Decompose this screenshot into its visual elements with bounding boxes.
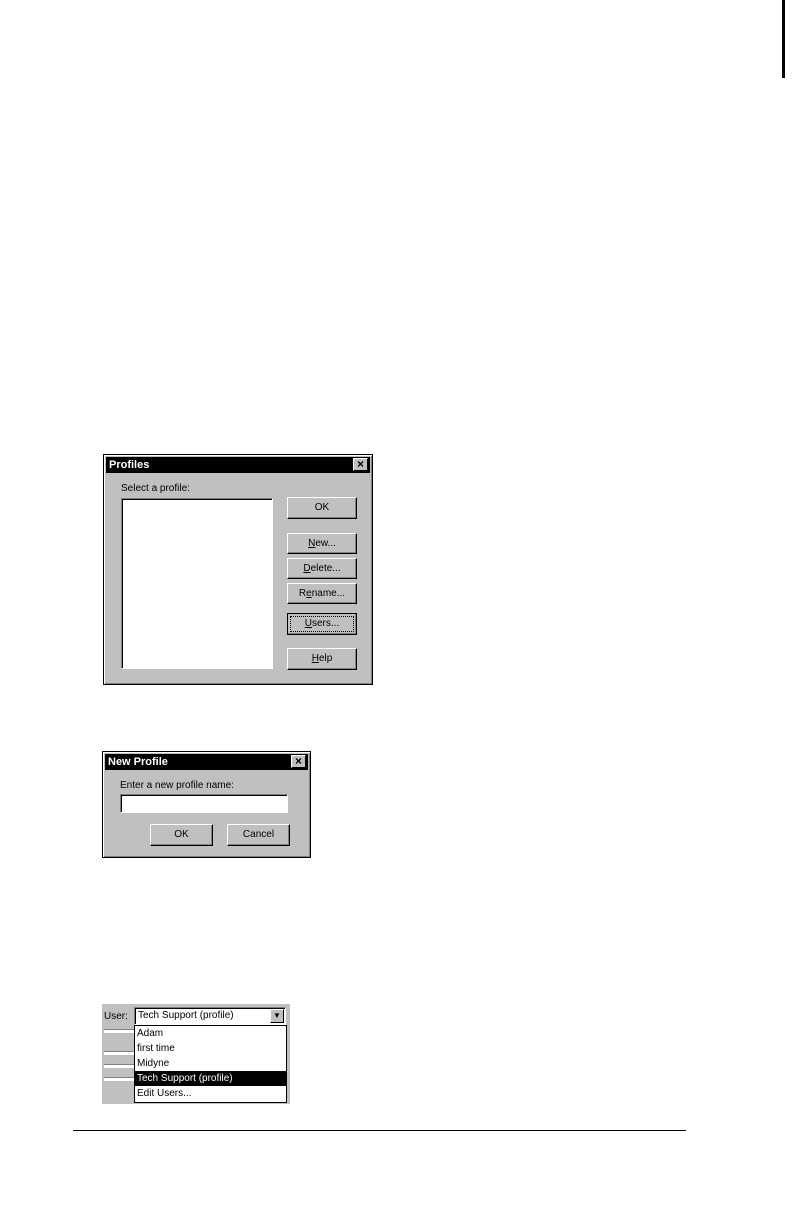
delete-label-accel: D xyxy=(303,563,311,574)
list-item[interactable]: Midyne xyxy=(135,1056,286,1071)
list-item[interactable]: Edit Users... xyxy=(135,1086,286,1101)
new-profile-cancel-label: Cancel xyxy=(242,829,275,840)
users-label-post: sers... xyxy=(312,618,340,629)
rename-label-post: name... xyxy=(311,588,346,599)
help-button[interactable]: Help xyxy=(287,648,357,670)
help-label-accel: H xyxy=(311,653,319,664)
new-button[interactable]: New... xyxy=(287,533,357,554)
users-label-accel: U xyxy=(304,618,312,629)
user-dropdown-list: Adam first time Midyne Tech Support (pro… xyxy=(134,1025,287,1103)
user-combo[interactable]: Tech Support (profile) ▼ xyxy=(134,1007,286,1025)
delete-label-post: elete... xyxy=(310,563,341,574)
list-item[interactable]: Tech Support (profile) xyxy=(135,1071,286,1086)
delete-button[interactable]: Delete... xyxy=(287,558,357,579)
user-combo-value: Tech Support (profile) xyxy=(138,1010,234,1021)
toolbar-stub xyxy=(104,1029,134,1033)
page-margin-rule xyxy=(782,0,785,78)
toolbar-stub xyxy=(104,1077,134,1081)
new-profile-prompt: Enter a new profile name: xyxy=(120,780,234,791)
new-profile-ok-label: OK xyxy=(174,829,189,840)
help-label-post: elp xyxy=(318,653,333,664)
chevron-down-icon[interactable]: ▼ xyxy=(270,1009,284,1023)
new-profile-dialog: New Profile × Enter a new profile name: … xyxy=(102,751,311,858)
ok-label: OK xyxy=(314,502,330,513)
new-profile-title: New Profile xyxy=(108,756,168,768)
users-button[interactable]: Users... xyxy=(287,613,357,635)
list-item[interactable]: Adam xyxy=(135,1026,286,1041)
profile-name-input[interactable] xyxy=(120,794,288,813)
toolbar-stub xyxy=(104,1064,134,1068)
user-label: User: xyxy=(104,1011,128,1022)
new-profile-cancel-button[interactable]: Cancel xyxy=(227,824,290,846)
ok-button[interactable]: OK xyxy=(287,497,357,519)
rename-button[interactable]: Rename... xyxy=(287,583,357,604)
list-item[interactable]: first time xyxy=(135,1041,286,1056)
new-profile-ok-button[interactable]: OK xyxy=(150,824,213,846)
new-profile-titlebar: New Profile × xyxy=(105,754,308,770)
footer-rule xyxy=(73,1130,686,1131)
profiles-dialog: Profiles × Select a profile: OK New... D… xyxy=(103,454,373,685)
select-profile-label: Select a profile: xyxy=(121,483,190,494)
profiles-titlebar: Profiles × xyxy=(106,457,370,473)
close-icon[interactable]: × xyxy=(291,755,306,768)
profile-list[interactable] xyxy=(121,498,273,669)
profiles-title: Profiles xyxy=(109,459,150,471)
toolbar-stub xyxy=(104,1051,134,1055)
new-label-post: ew... xyxy=(315,538,336,549)
close-icon[interactable]: × xyxy=(353,458,368,471)
